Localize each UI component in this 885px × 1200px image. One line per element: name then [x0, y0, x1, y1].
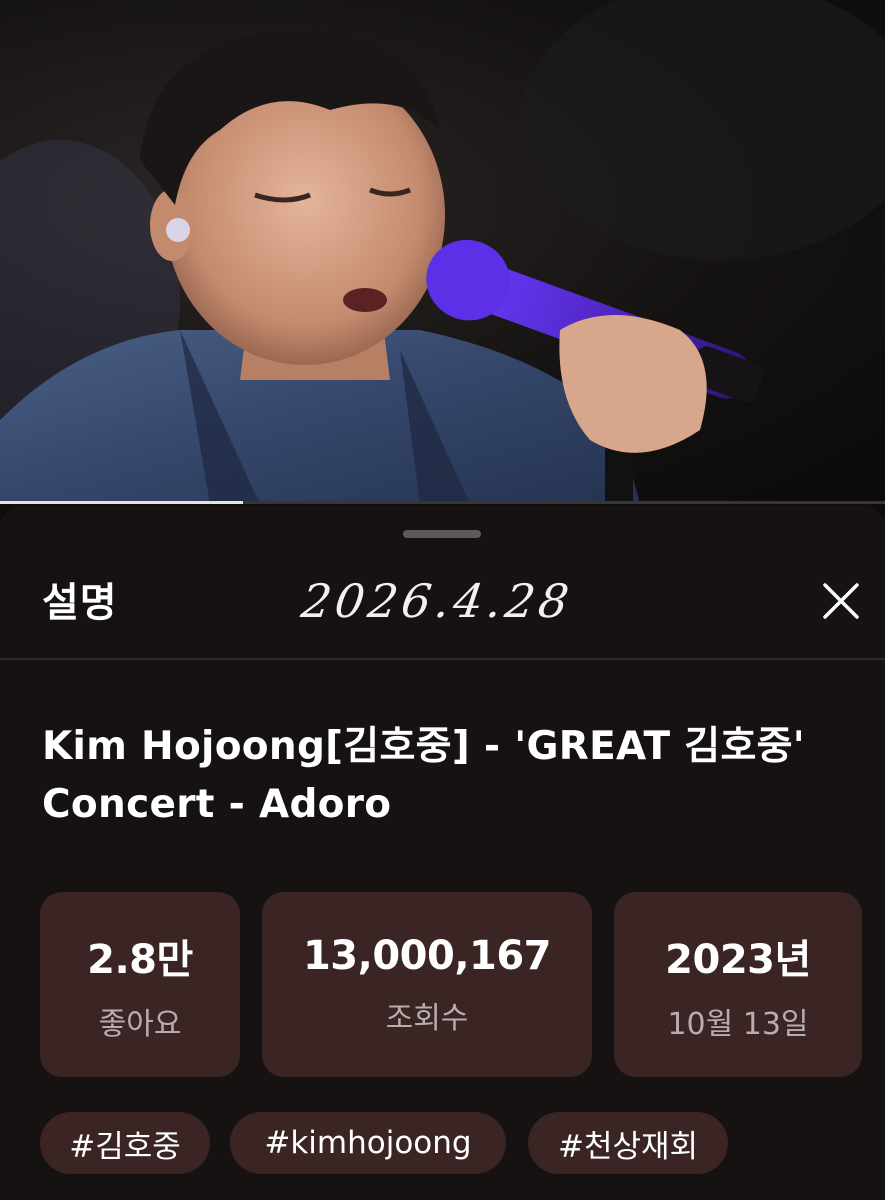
description-sheet: 설명 2026.4.28 Kim Hojoong[김호중] - 'GREAT 김… [0, 506, 885, 1200]
drag-handle[interactable] [403, 530, 481, 538]
hashtag-chip[interactable]: #kimhojoong [230, 1112, 506, 1174]
hashtag-list: #김호중 #kimhojoong #천상재회 [0, 1112, 885, 1174]
views-label: 조회수 [385, 1000, 469, 1036]
likes-card: 2.8만 좋아요 [40, 892, 240, 1077]
upload-date: 10월 13일 [667, 1006, 809, 1042]
close-icon [823, 583, 859, 619]
video-progress-bar[interactable] [0, 501, 885, 504]
views-card: 13,000,167 조회수 [262, 892, 592, 1077]
views-count: 13,000,167 [302, 932, 552, 979]
video-title: Kim Hojoong[김호중] - 'GREAT 김호중' Concert -… [42, 724, 806, 827]
screen: 설명 2026.4.28 Kim Hojoong[김호중] - 'GREAT 김… [0, 0, 885, 1200]
stats-row: 2.8만 좋아요 13,000,167 조회수 2023년 10월 13일 [0, 892, 885, 1077]
likes-label: 좋아요 [98, 1006, 182, 1042]
video-player[interactable] [0, 0, 885, 504]
hashtag-chip[interactable]: #김호중 [40, 1112, 210, 1174]
upload-year: 2023년 [665, 936, 811, 983]
video-frame-illustration [0, 0, 885, 504]
close-button[interactable] [816, 576, 866, 626]
likes-count: 2.8만 [87, 936, 193, 983]
video-progress-fill [0, 501, 244, 504]
upload-date-card: 2023년 10월 13일 [614, 892, 862, 1077]
sheet-title: 설명 [42, 580, 118, 626]
hashtag-chip[interactable]: #천상재회 [528, 1112, 728, 1174]
handwritten-date-annotation: 2026.4.28 [298, 574, 576, 628]
divider [0, 658, 885, 660]
